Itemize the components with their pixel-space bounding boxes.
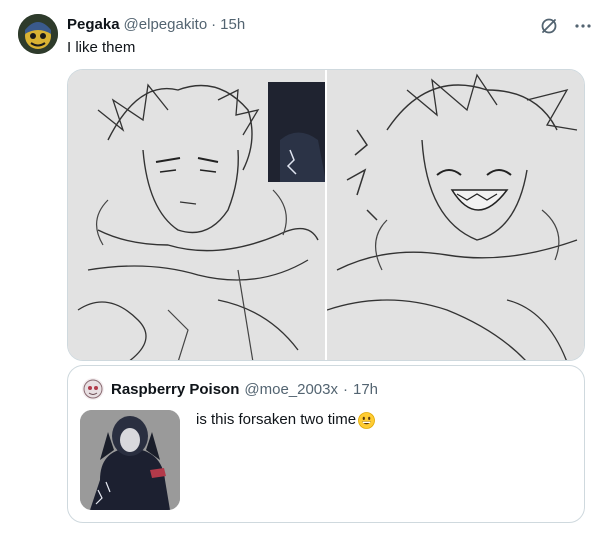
quoted-tweet-text: is this forsaken two time: [196, 411, 357, 428]
quoted-author-name[interactable]: Raspberry Poison: [111, 381, 239, 398]
tweet-text: I like them: [67, 39, 136, 56]
author-handle[interactable]: @elpegakito: [124, 16, 208, 33]
media-image-right[interactable]: [327, 70, 584, 360]
tweet-timestamp[interactable]: 15h: [220, 16, 245, 33]
quoted-tweet-text-row: is this forsaken two time: [196, 410, 375, 430]
tweet-card[interactable]: Pegaka @elpegakito · 15h I like them Ras…: [0, 0, 615, 538]
quoted-separator-dot: ·: [343, 380, 348, 398]
separator-dot: ·: [211, 15, 217, 33]
quoted-tweet-timestamp[interactable]: 17h: [353, 381, 378, 398]
tweet-actions: [539, 16, 593, 36]
grinning-face-emoji: [358, 411, 375, 429]
media-image-left[interactable]: [68, 70, 325, 360]
grok-icon[interactable]: [539, 16, 559, 36]
quoted-author-avatar[interactable]: [82, 378, 104, 400]
more-options-icon[interactable]: [573, 16, 593, 36]
quoted-author-handle[interactable]: @moe_2003x: [244, 381, 338, 398]
tweet-media[interactable]: [67, 69, 585, 361]
quoted-media-thumbnail[interactable]: [80, 410, 180, 510]
quoted-tweet[interactable]: Raspberry Poison @moe_2003x · 17h is thi…: [67, 365, 585, 523]
author-avatar[interactable]: [18, 14, 58, 54]
author-name[interactable]: Pegaka: [67, 16, 120, 33]
quoted-tweet-header: Raspberry Poison @moe_2003x · 17h: [82, 378, 378, 400]
tweet-header: Pegaka @elpegakito · 15h: [67, 14, 245, 34]
